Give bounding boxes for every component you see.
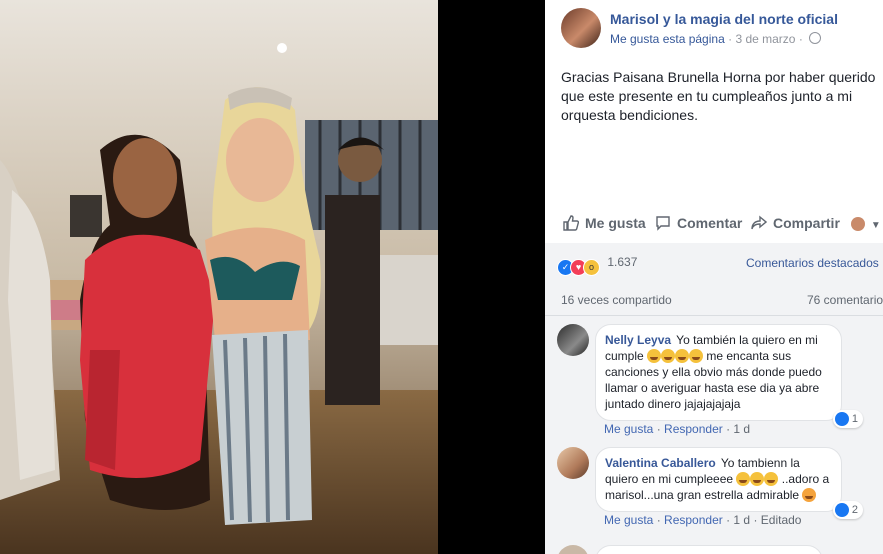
post-meta: Me gusta esta página · 3 de marzo · xyxy=(610,32,822,46)
avatar[interactable] xyxy=(557,324,589,356)
comment-meta: Me gusta · Responder · 1 d xyxy=(604,422,751,436)
featured-comments-dropdown[interactable]: Comentarios destacados xyxy=(746,256,879,270)
post-date[interactable]: 3 de marzo xyxy=(735,32,795,46)
comment-icon xyxy=(656,216,670,231)
avatar[interactable] xyxy=(557,545,589,554)
meta-separator-2: · xyxy=(798,32,807,46)
comment-item xyxy=(557,541,883,554)
comment-label: Comentar xyxy=(677,215,743,231)
post-text: Gracias Paisana Brunella Horna por haber… xyxy=(561,69,876,123)
comment-time[interactable]: 1 d xyxy=(733,513,750,527)
comment-like-link[interactable]: Me gusta xyxy=(604,422,653,436)
comment-author[interactable]: Nelly Leyva xyxy=(605,333,671,347)
comment-bubble: Valentina Caballero Yo tambienn la quier… xyxy=(595,447,842,512)
divider xyxy=(545,315,883,316)
comment-button[interactable]: Comentar xyxy=(655,215,742,231)
post-sidebar: Marisol y la magia del norte oficial Me … xyxy=(545,0,883,554)
reaction-picker[interactable]: ▼ xyxy=(851,215,881,231)
comment-like-number: 1 xyxy=(851,413,858,425)
reaction-summary[interactable]: ✓ ♥ o 1.637 xyxy=(557,255,637,276)
share-label: Compartir xyxy=(773,215,840,231)
photo-illustration xyxy=(0,0,438,554)
kissing-heart-emoji-icon xyxy=(802,488,817,502)
crying-laughing-emoji-icon xyxy=(764,472,779,486)
like-label: Me gusta xyxy=(585,215,646,231)
crying-laughing-emoji-icon xyxy=(675,349,690,363)
comment-reply-link[interactable]: Responder xyxy=(664,513,723,527)
comment-bubble xyxy=(595,545,823,554)
crying-laughing-emoji-icon xyxy=(689,349,704,363)
page-name-link[interactable]: Marisol y la magia del norte oficial xyxy=(610,11,838,27)
thumbs-up-icon xyxy=(563,215,579,231)
post-photo[interactable] xyxy=(0,0,438,554)
like-button[interactable]: Me gusta xyxy=(563,215,646,231)
post-header: Marisol y la magia del norte oficial Me … xyxy=(561,8,883,52)
comment-edited[interactable]: Editado xyxy=(761,513,802,527)
crying-laughing-emoji-icon xyxy=(647,349,662,363)
page-avatar[interactable] xyxy=(561,8,601,48)
reaction-count: 1.637 xyxy=(607,255,638,269)
like-icon xyxy=(835,503,849,517)
comment-author[interactable]: Valentina Caballero xyxy=(605,456,716,470)
comment-like-count[interactable]: 2 xyxy=(833,501,863,519)
like-page-link[interactable]: Me gusta esta página xyxy=(610,32,725,46)
crying-laughing-emoji-icon xyxy=(750,472,765,486)
comment-time[interactable]: 1 d xyxy=(733,422,750,436)
like-icon xyxy=(835,412,849,426)
action-bar: Me gusta Comentar Compartir ▼ xyxy=(545,208,883,239)
avatar[interactable] xyxy=(557,447,589,479)
share-icon xyxy=(751,215,767,230)
share-count-link[interactable]: 16 veces compartido xyxy=(561,293,672,307)
chevron-down-icon: ▼ xyxy=(870,220,881,231)
comment-reply-link[interactable]: Responder xyxy=(664,422,723,436)
crying-laughing-emoji-icon xyxy=(736,472,751,486)
comments-section: ✓ ♥ o 1.637 Comentarios destacados 16 vece… xyxy=(545,243,883,554)
comment-like-number: 2 xyxy=(851,504,858,516)
comment-like-link[interactable]: Me gusta xyxy=(604,513,653,527)
comment-like-count[interactable]: 1 xyxy=(833,410,863,428)
globe-icon xyxy=(809,32,822,44)
wow-reaction-icon: o xyxy=(583,259,600,276)
crying-laughing-emoji-icon xyxy=(661,349,676,363)
user-avatar-small xyxy=(851,217,865,231)
comment-meta: Me gusta · Responder · 1 d · Editado xyxy=(604,513,802,527)
share-button[interactable]: Compartir xyxy=(751,215,840,231)
comment-count-link[interactable]: 76 comentarios xyxy=(807,293,883,307)
comment-bubble: Nelly Leyva Yo también la quiero en mi c… xyxy=(595,324,842,421)
